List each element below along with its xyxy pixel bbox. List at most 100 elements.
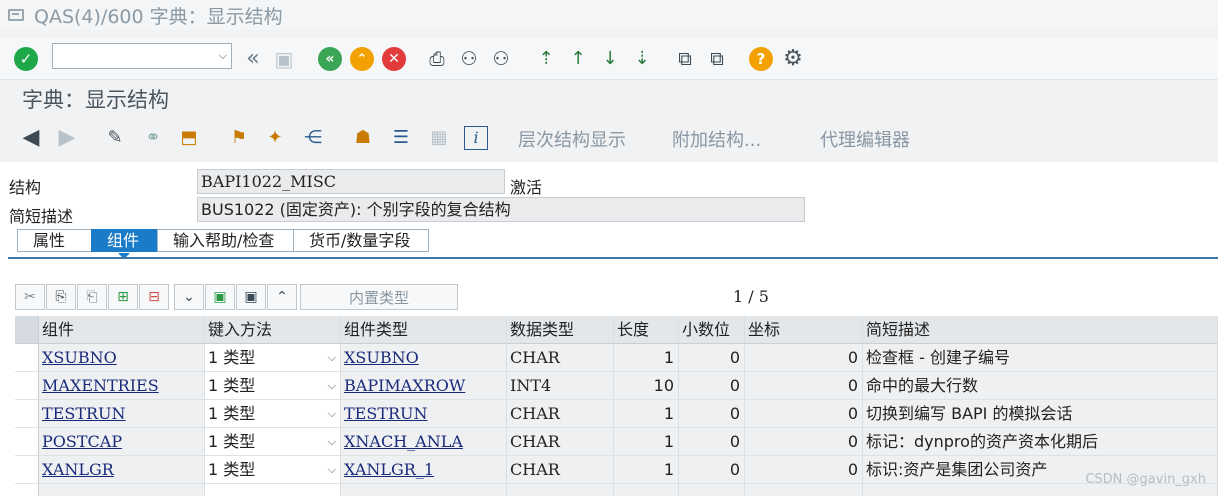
col-component-type[interactable]: 组件类型 xyxy=(341,316,507,344)
table-row[interactable]: XSUBNO 1 类型 ⌵ XSUBNO CHAR 1 0 0 检查框 - 创建子… xyxy=(15,344,1218,372)
select-all-icon[interactable]: ▣ xyxy=(205,284,235,310)
component-type-link[interactable]: TESTRUN xyxy=(344,404,428,423)
command-field[interactable]: ⌵ xyxy=(52,43,232,69)
paste-icon[interactable]: ⎗ xyxy=(77,284,107,310)
component-cell[interactable]: POSTCAP xyxy=(39,428,205,456)
empty-cell[interactable] xyxy=(614,484,679,496)
select-all-cell[interactable] xyxy=(15,316,39,344)
component-type-cell[interactable]: XSUBNO xyxy=(341,344,507,372)
activate-icon[interactable]: ⚑ xyxy=(226,126,252,150)
col-entry-method[interactable]: 键入方法 xyxy=(205,316,341,344)
cancel-icon[interactable]: ✕ xyxy=(382,47,406,71)
copy-icon[interactable]: ⎘ xyxy=(46,284,76,310)
hierarchy-icon[interactable]: ☗ xyxy=(350,126,376,150)
collapse-icon[interactable]: ⌃ xyxy=(267,284,297,310)
col-component[interactable]: 组件 xyxy=(39,316,205,344)
forward-arrow-icon[interactable]: ▶ xyxy=(54,126,80,150)
component-type-link[interactable]: XSUBNO xyxy=(344,348,419,367)
component-link[interactable]: TESTRUN xyxy=(42,404,126,423)
delete-row-icon[interactable]: ⊟ xyxy=(139,284,169,310)
first-page-icon[interactable]: ⇡ xyxy=(534,46,558,72)
check-icon[interactable]: ✓ xyxy=(14,47,38,71)
component-cell[interactable]: TESTRUN xyxy=(39,400,205,428)
entry-method-cell[interactable]: 1 类型 ⌵ xyxy=(205,400,341,428)
component-type-cell[interactable]: XANLGR_1 xyxy=(341,456,507,484)
component-link[interactable]: XSUBNO xyxy=(42,348,117,367)
save-icon[interactable]: ▣ xyxy=(271,46,297,72)
empty-cell[interactable] xyxy=(745,484,863,496)
display-change-icon[interactable]: ✎ xyxy=(102,126,128,150)
wand-icon[interactable]: ✦ xyxy=(262,126,288,150)
last-page-icon[interactable]: ⇣ xyxy=(630,46,654,72)
component-cell[interactable]: XANLGR xyxy=(39,456,205,484)
next-page-icon[interactable]: ↓ xyxy=(598,46,622,72)
table-row[interactable]: XANLGR 1 类型 ⌵ XANLGR_1 CHAR 1 0 0 标识:资产是集… xyxy=(15,456,1218,484)
col-short-desc[interactable]: 简短描述 xyxy=(863,316,1218,344)
append-structure-button[interactable]: 附加结构... xyxy=(672,126,761,152)
col-coordinate[interactable]: 坐标 xyxy=(745,316,863,344)
empty-cell[interactable] xyxy=(205,484,341,496)
find-next-icon[interactable]: ⚇ xyxy=(488,46,514,72)
cut-icon[interactable]: ✂ xyxy=(15,284,45,310)
find-icon[interactable]: ⚇ xyxy=(456,46,482,72)
component-cell[interactable]: XSUBNO xyxy=(39,344,205,372)
back-double-icon[interactable]: « xyxy=(240,46,266,72)
component-type-link[interactable]: XNACH_ANLA xyxy=(344,432,463,451)
col-data-type[interactable]: 数据类型 xyxy=(507,316,614,344)
help-icon[interactable]: ? xyxy=(749,47,773,71)
nav-back-icon[interactable]: « xyxy=(318,47,342,71)
empty-cell[interactable] xyxy=(39,484,205,496)
row-selector[interactable] xyxy=(15,456,39,484)
list-icon[interactable]: ☰ xyxy=(388,126,414,150)
gear-icon[interactable]: ⚙ xyxy=(780,46,806,72)
new-session-icon[interactable]: ⧉ xyxy=(672,46,698,72)
empty-cell[interactable] xyxy=(341,484,507,496)
row-selector[interactable] xyxy=(15,372,39,400)
table-row[interactable]: TESTRUN 1 类型 ⌵ TESTRUN CHAR 1 0 0 切换到编写 B… xyxy=(15,400,1218,428)
tab-components[interactable]: 组件 xyxy=(91,229,157,252)
chevron-down-icon[interactable]: ⌵ xyxy=(219,49,227,63)
previous-page-icon[interactable]: ↑ xyxy=(566,46,590,72)
empty-cell[interactable] xyxy=(679,484,745,496)
window-menu-icon[interactable] xyxy=(8,9,24,21)
entry-method-cell[interactable]: 1 类型 ⌵ xyxy=(205,344,341,372)
row-selector[interactable] xyxy=(15,484,39,496)
proxy-editor-button[interactable]: 代理编辑器 xyxy=(820,126,910,152)
component-link[interactable]: POSTCAP xyxy=(42,432,122,451)
component-type-cell[interactable]: BAPIMAXROW xyxy=(341,372,507,400)
col-length[interactable]: 长度 xyxy=(614,316,679,344)
chevron-down-icon[interactable]: ⌵ xyxy=(328,428,336,455)
tab-attributes[interactable]: 属性 xyxy=(17,229,91,252)
row-selector[interactable] xyxy=(15,344,39,372)
chevron-down-icon[interactable]: ⌵ xyxy=(328,344,336,371)
component-type-cell[interactable]: TESTRUN xyxy=(341,400,507,428)
row-selector[interactable] xyxy=(15,428,39,456)
table-row[interactable]: MAXENTRIES 1 类型 ⌵ BAPIMAXROW INT4 10 0 0 … xyxy=(15,372,1218,400)
print-icon[interactable]: ⎙ xyxy=(424,46,450,72)
chevron-down-icon[interactable]: ⌵ xyxy=(328,456,336,483)
other-object-icon[interactable]: ⚭ xyxy=(140,126,166,150)
component-link[interactable]: MAXENTRIES xyxy=(42,376,159,395)
check-object-icon[interactable]: ⬒ xyxy=(176,126,202,150)
where-used-icon[interactable]: ⋲ xyxy=(300,126,326,150)
entry-method-cell[interactable]: 1 类型 ⌵ xyxy=(205,456,341,484)
row-selector[interactable] xyxy=(15,400,39,428)
back-arrow-icon[interactable]: ◀ xyxy=(18,126,44,150)
tab-currency-fields[interactable]: 货币/数量字段 xyxy=(293,229,429,252)
tab-input-help[interactable]: 输入帮助/检查 xyxy=(157,229,293,252)
entry-method-cell[interactable]: 1 类型 ⌵ xyxy=(205,428,341,456)
component-link[interactable]: XANLGR xyxy=(42,460,114,479)
component-cell[interactable]: MAXENTRIES xyxy=(39,372,205,400)
component-type-link[interactable]: XANLGR_1 xyxy=(344,460,434,479)
component-type-cell[interactable]: XNACH_ANLA xyxy=(341,428,507,456)
chevron-down-icon[interactable]: ⌵ xyxy=(328,400,336,427)
empty-table-row[interactable] xyxy=(15,484,1218,496)
select-block-icon[interactable]: ▣ xyxy=(236,284,266,310)
insert-row-icon[interactable]: ⊞ xyxy=(108,284,138,310)
hierarchy-display-button[interactable]: 层次结构显示 xyxy=(518,126,626,152)
component-type-link[interactable]: BAPIMAXROW xyxy=(344,376,465,395)
expand-icon[interactable]: ⌄ xyxy=(174,284,204,310)
info-icon[interactable]: i xyxy=(464,126,488,150)
col-decimals[interactable]: 小数位 xyxy=(679,316,745,344)
shortcut-icon[interactable]: ⧉ xyxy=(704,46,730,72)
